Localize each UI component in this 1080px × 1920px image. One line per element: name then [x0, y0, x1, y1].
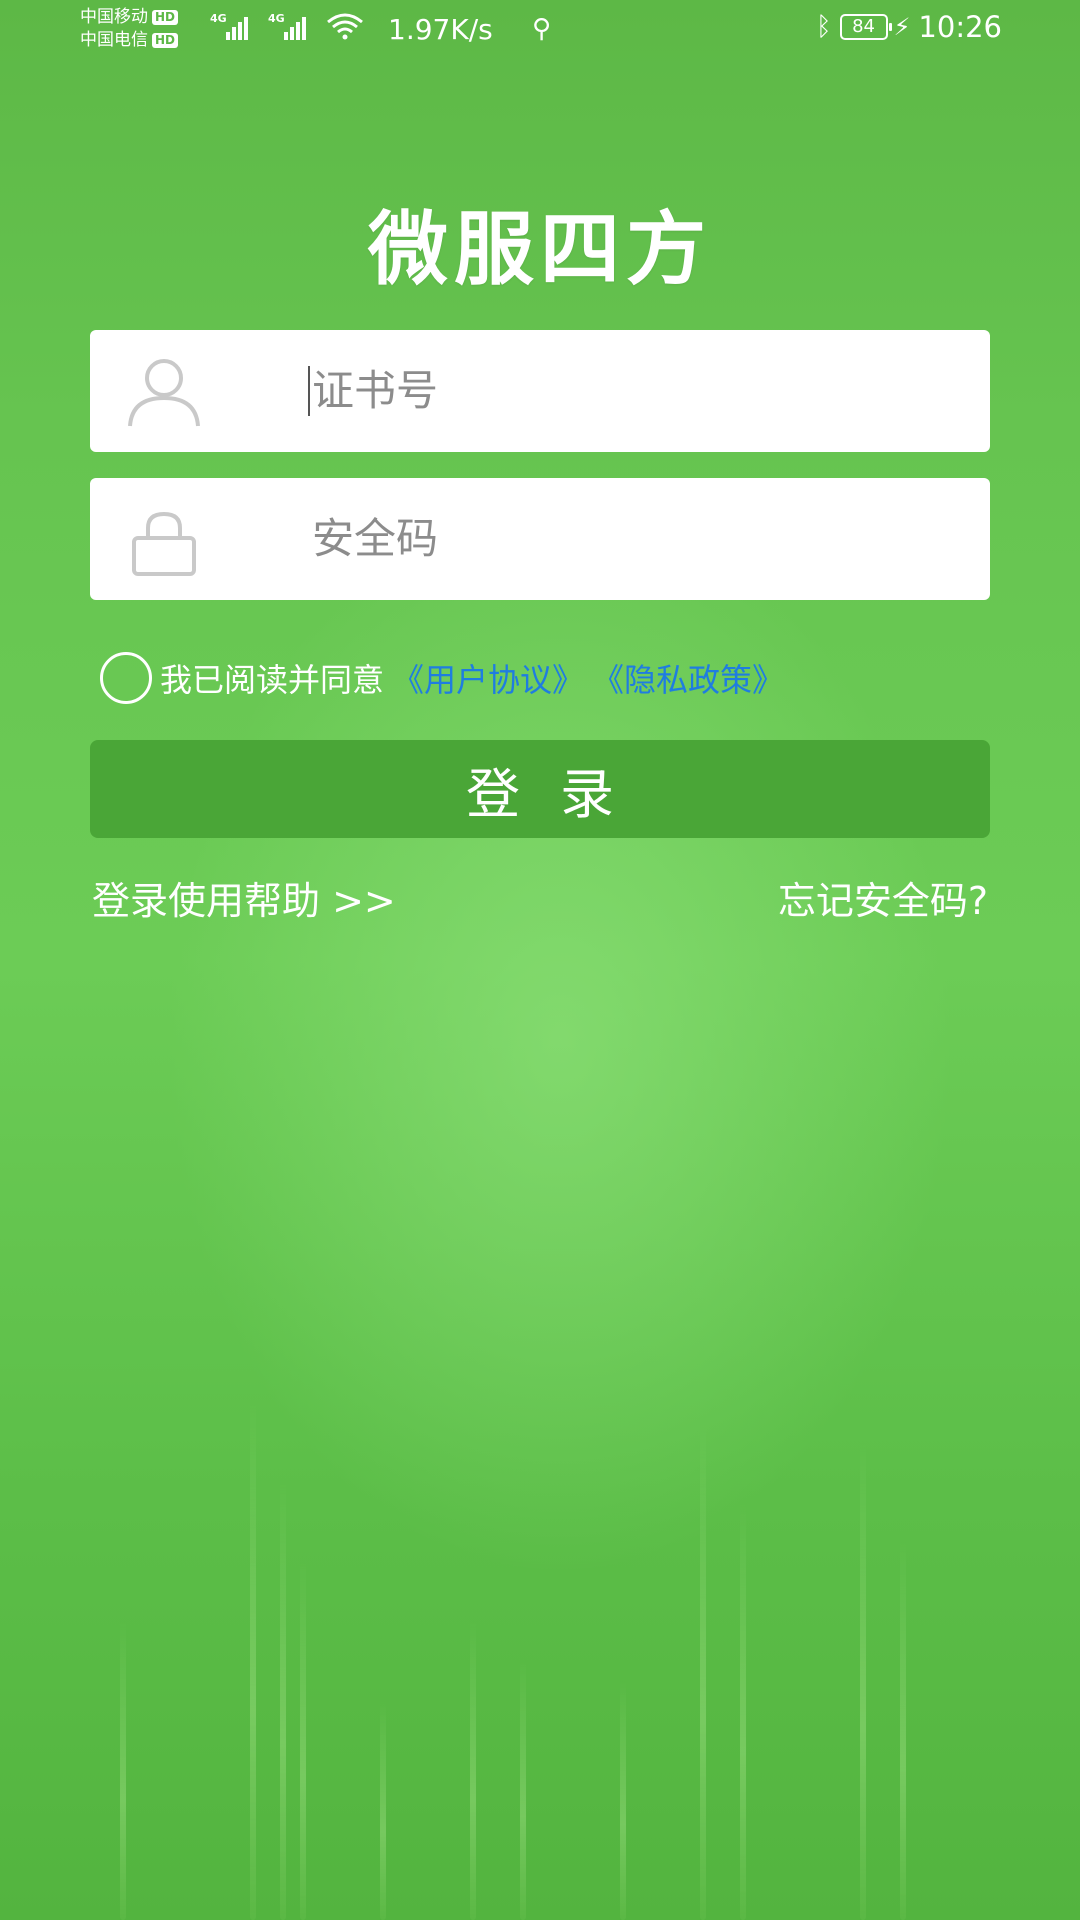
carrier-2-name: 中国电信	[80, 30, 148, 50]
hd-badge-1: HD	[152, 10, 179, 25]
user-agreement-link[interactable]: 《用户协议》	[392, 655, 584, 701]
network-type-1: 4G	[210, 12, 227, 25]
carrier-info: 中国移动 HD 中国电信 HD	[80, 6, 179, 52]
agreement-text: 我已阅读并同意	[160, 661, 385, 699]
status-bar: 中国移动 HD 中国电信 HD 4G 4G 1.97K/s ⚲ ᛒ 84 ⚡ 1…	[0, 0, 1080, 60]
login-help-link[interactable]: 登录使用帮助 >>	[92, 870, 396, 925]
hd-badge-2: HD	[152, 33, 179, 48]
signal-1-icon: 4G	[210, 12, 254, 40]
lock-icon	[132, 511, 196, 576]
wifi-icon	[327, 13, 363, 40]
carrier-1-name: 中国移动	[80, 7, 148, 27]
battery-indicator: 84	[839, 14, 892, 40]
app-title: 微服四方	[368, 203, 712, 296]
bolt-icon: ⚡	[893, 13, 911, 41]
agreement-row: 我已阅读并同意 《用户协议》 《隐私政策》	[100, 652, 784, 704]
signal-2-icon: 4G	[268, 12, 312, 40]
cert-number-field[interactable]: 证书号	[90, 330, 990, 452]
net-speed: 1.97K/s	[388, 13, 493, 46]
status-right: ᛒ 84 ⚡ 10:26	[816, 10, 1002, 44]
agree-checkbox[interactable]	[100, 652, 152, 704]
forgot-code-link[interactable]: 忘记安全码?	[778, 870, 988, 925]
usb-icon: ⚲	[532, 14, 552, 44]
privacy-policy-link[interactable]: 《隐私政策》	[592, 655, 784, 701]
cert-number-input[interactable]	[220, 330, 960, 452]
security-code-input[interactable]	[220, 478, 960, 600]
signal-indicators: 4G 4G	[210, 12, 364, 40]
network-type-2: 4G	[268, 12, 285, 25]
grass-background	[0, 1360, 1080, 1920]
security-code-field[interactable]: 安全码	[90, 478, 990, 600]
clock: 10:26	[918, 10, 1002, 44]
bluetooth-icon: ᛒ	[815, 12, 832, 42]
login-button[interactable]: 登录	[90, 740, 990, 838]
user-icon	[128, 359, 200, 427]
